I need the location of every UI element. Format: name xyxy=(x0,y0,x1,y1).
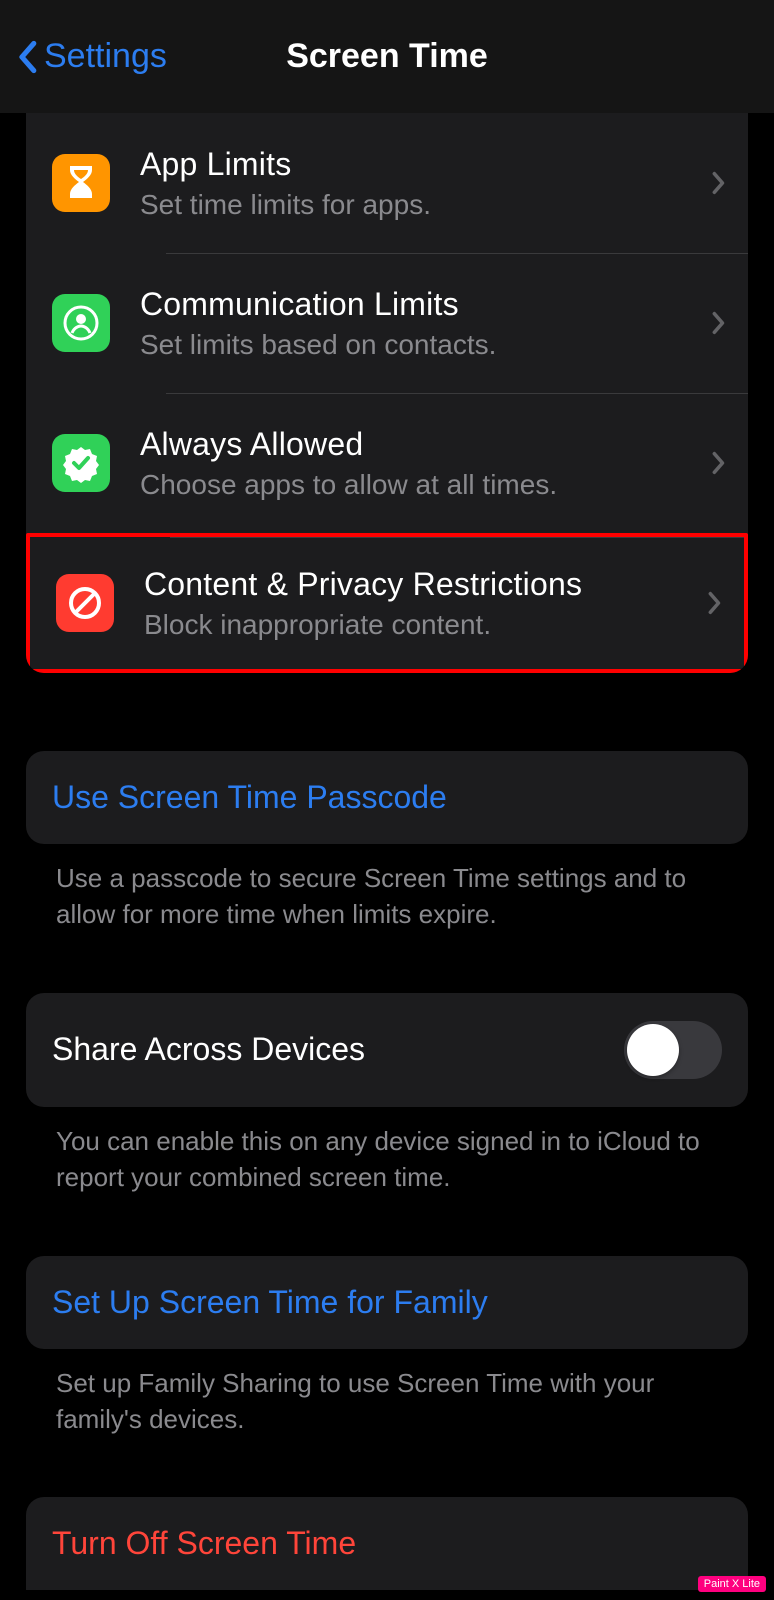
family-footer: Set up Family Sharing to use Screen Time… xyxy=(26,1349,748,1438)
back-label: Settings xyxy=(44,37,167,76)
row-subtitle: Set time limits for apps. xyxy=(140,189,700,221)
passcode-label: Use Screen Time Passcode xyxy=(52,779,447,816)
person-circle-icon xyxy=(52,294,110,352)
row-title: App Limits xyxy=(140,146,700,183)
chevron-left-icon xyxy=(16,40,38,74)
row-always-allowed[interactable]: Always Allowed Choose apps to allow at a… xyxy=(26,393,748,533)
chevron-right-icon xyxy=(712,171,726,195)
family-label: Set Up Screen Time for Family xyxy=(52,1284,488,1321)
back-button[interactable]: Settings xyxy=(16,37,167,76)
turn-off-label: Turn Off Screen Time xyxy=(52,1525,356,1562)
row-text: App Limits Set time limits for apps. xyxy=(140,146,700,221)
row-subtitle: Block inappropriate content. xyxy=(144,609,696,641)
row-content-privacy[interactable]: Content & Privacy Restrictions Block ina… xyxy=(26,533,748,673)
settings-group-limits: App Limits Set time limits for apps. Com… xyxy=(26,113,748,673)
nav-header: Settings Screen Time xyxy=(0,0,774,113)
page-title: Screen Time xyxy=(286,37,488,76)
row-family[interactable]: Set Up Screen Time for Family xyxy=(26,1256,748,1349)
row-text: Communication Limits Set limits based on… xyxy=(140,286,700,361)
watermark-badge: Paint X Lite xyxy=(698,1576,766,1592)
checkmark-seal-icon xyxy=(52,434,110,492)
row-title: Always Allowed xyxy=(140,426,700,463)
no-entry-icon xyxy=(56,574,114,632)
chevron-right-icon xyxy=(712,311,726,335)
chevron-right-icon xyxy=(712,451,726,475)
share-toggle[interactable] xyxy=(624,1021,722,1079)
row-title: Communication Limits xyxy=(140,286,700,323)
toggle-knob xyxy=(627,1024,679,1076)
row-app-limits[interactable]: App Limits Set time limits for apps. xyxy=(26,113,748,253)
row-title: Content & Privacy Restrictions xyxy=(144,566,696,603)
row-subtitle: Set limits based on contacts. xyxy=(140,329,700,361)
row-subtitle: Choose apps to allow at all times. xyxy=(140,469,700,501)
chevron-right-icon xyxy=(708,591,722,615)
row-turn-off[interactable]: Turn Off Screen Time xyxy=(26,1497,748,1590)
row-share-across-devices: Share Across Devices xyxy=(26,993,748,1107)
share-label: Share Across Devices xyxy=(52,1031,365,1068)
row-use-passcode[interactable]: Use Screen Time Passcode xyxy=(26,751,748,844)
share-footer: You can enable this on any device signed… xyxy=(26,1107,748,1196)
row-text: Content & Privacy Restrictions Block ina… xyxy=(144,566,696,641)
row-text: Always Allowed Choose apps to allow at a… xyxy=(140,426,700,501)
passcode-footer: Use a passcode to secure Screen Time set… xyxy=(26,844,748,933)
row-communication-limits[interactable]: Communication Limits Set limits based on… xyxy=(26,253,748,393)
hourglass-icon xyxy=(52,154,110,212)
